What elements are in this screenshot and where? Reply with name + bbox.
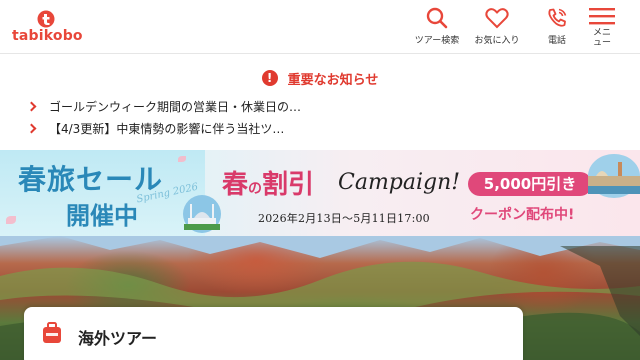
notice-link-1[interactable]: ゴールデンウィーク期間の営業日・休業日の… <box>26 95 302 117</box>
campaign-en-title: Campaign! <box>338 170 461 195</box>
nav-phone[interactable]: 電話 <box>532 6 582 50</box>
notice-link-2-text: 【4/3更新】中東情勢の影響に伴う当社ツ… <box>49 121 285 136</box>
logo-mark-icon <box>37 10 55 28</box>
campaign-title: 春の割引 <box>222 164 314 201</box>
nav-menu[interactable]: メニュー <box>582 6 622 50</box>
nav-tour-search-label: ツアー検索 <box>414 36 460 46</box>
spring-sale-subtitle: 開催中 <box>66 201 138 230</box>
coupon-text: クーポン配布中! <box>470 207 575 223</box>
tabikobo-logo[interactable]: tabikobo <box>12 8 83 48</box>
spring-sale-title: 春旅セール <box>18 163 164 196</box>
notice-link-2[interactable]: 【4/3更新】中東情勢の影響に伴う当社ツ… <box>26 117 301 139</box>
chevron-right-icon <box>26 101 37 111</box>
petal-decoration <box>178 156 186 162</box>
nav-tour-search[interactable]: ツアー検索 <box>407 6 467 50</box>
important-notice: ! 重要なお知らせ ゴールデンウィーク期間の営業日・休業日の… 【4/3更新】中… <box>0 55 640 150</box>
nav-favorites[interactable]: お気に入り <box>467 6 527 50</box>
logo-text: tabikobo <box>12 28 83 44</box>
nav-menu-label: メニュー <box>592 28 611 48</box>
notice-header: ! 重要なお知らせ <box>0 67 640 88</box>
mosque-photo-icon <box>183 195 221 233</box>
campaign-title-no: の <box>248 181 263 197</box>
campaign-title-part-2: 割引 <box>262 170 315 200</box>
overseas-tour-card[interactable]: 海外ツアー <box>24 307 523 360</box>
notice-title: 重要なお知らせ <box>287 72 379 88</box>
petal-decoration <box>6 216 16 224</box>
hamburger-icon <box>589 8 615 25</box>
campaign-title-part-1: 春 <box>222 170 249 200</box>
suitcase-icon <box>43 322 61 343</box>
campaign-dates: 2026年2月13日～5月11日17:00 <box>258 212 430 225</box>
coupon-amount-badge: 5,000円引き <box>468 172 592 196</box>
phone-icon <box>548 8 567 27</box>
chevron-right-icon <box>26 123 37 133</box>
nav-phone-label: 電話 <box>547 36 566 46</box>
heart-icon <box>485 8 509 29</box>
site-header: tabikobo ツアー検索 お気に入り 電話 メニュー <box>0 0 640 54</box>
search-icon <box>426 7 448 29</box>
spring-sale-banner[interactable]: 春旅セール 開催中 Spring 2026 春の割引 Campaign! 202… <box>0 150 640 236</box>
notice-link-1-text: ゴールデンウィーク期間の営業日・休業日の… <box>49 99 302 114</box>
nav-favorites-label: お気に入り <box>474 36 520 46</box>
overseas-tour-label: 海外ツアー <box>78 329 158 348</box>
notice-list: ゴールデンウィーク期間の営業日・休業日の… 【4/3更新】中東情勢の影響に伴う当… <box>26 95 302 139</box>
alert-icon: ! <box>261 70 278 86</box>
venice-photo-icon <box>588 154 640 198</box>
